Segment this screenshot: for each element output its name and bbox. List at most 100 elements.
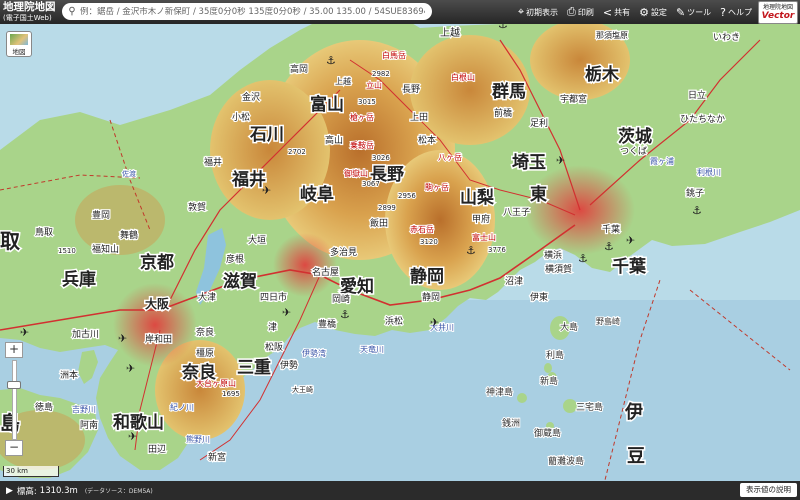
chevron-right-icon[interactable]: ▶ bbox=[6, 486, 13, 496]
port-icon: ⚓ bbox=[466, 244, 476, 257]
elevation-label: 標高: bbox=[16, 486, 37, 497]
print-label: 印刷 bbox=[577, 7, 594, 17]
app-title: 地理院地図 bbox=[3, 0, 56, 13]
footer-bar: ▶ 標高: 1310.3m (データソース：DEM5A) 表示値の説明 bbox=[0, 481, 800, 500]
help-button[interactable]: ? ヘルプ bbox=[720, 6, 752, 19]
city-label: 沼津 bbox=[505, 276, 523, 287]
zoom-slider-track[interactable] bbox=[12, 360, 17, 440]
city-label: 金沢 bbox=[242, 91, 260, 103]
search-icon[interactable]: ⚲ bbox=[64, 6, 80, 17]
city-label: 洲本 bbox=[60, 369, 78, 381]
elevation-label: 2702 bbox=[288, 148, 306, 156]
city-label: 松本 bbox=[418, 134, 436, 146]
initial-view-button[interactable]: ⌖ 初期表示 bbox=[518, 5, 558, 19]
elevation-label: 3026 bbox=[372, 154, 390, 162]
map-canvas[interactable]: 取 島 兵庫 京都 福井 石川 富山 岐阜 長野 群馬 栃木 茨城 埼玉 東 千… bbox=[0, 0, 800, 500]
city-label: 徳島 bbox=[35, 401, 53, 413]
pref-label: 大阪 bbox=[145, 296, 170, 311]
city-label: 敦賀 bbox=[188, 201, 206, 213]
city-label: 千葉 bbox=[602, 223, 620, 235]
city-label: 前橋 bbox=[494, 107, 512, 119]
app-subtitle: (電子国土Web) bbox=[3, 13, 52, 22]
city-label: 大垣 bbox=[248, 234, 266, 246]
city-label: 奈良 bbox=[196, 326, 214, 338]
share-label: 共有 bbox=[614, 7, 631, 17]
city-label: 四日市 bbox=[260, 291, 287, 303]
water-label: 熊野川 bbox=[186, 434, 210, 444]
layer-select-button[interactable]: 地図 bbox=[6, 31, 32, 57]
water-label: 大王崎 bbox=[292, 385, 313, 394]
settings-button[interactable]: ⚙ 設定 bbox=[639, 6, 667, 19]
port-icon: ⚓ bbox=[604, 240, 614, 253]
pref-label: 岐阜 bbox=[300, 184, 334, 205]
city-label: 日立 bbox=[688, 89, 706, 101]
island-label: 神津島 bbox=[486, 386, 513, 398]
pref-label: 栃木 bbox=[585, 64, 620, 85]
city-label: 小松 bbox=[232, 111, 250, 123]
share-button[interactable]: < 共有 bbox=[603, 6, 630, 19]
pref-label: 和歌山 bbox=[113, 412, 164, 433]
header-bar: 地理院地図 (電子国土Web) ⚲ ⌖ 初期表示 ⎙ 印刷 < 共有 ⚙ 設定 … bbox=[0, 0, 800, 24]
city-label: 横須賀 bbox=[545, 263, 572, 275]
city-label: 静岡 bbox=[422, 291, 440, 303]
island-label: 新島 bbox=[540, 375, 558, 387]
city-label: 多治見 bbox=[330, 246, 357, 258]
city-label: 銚子 bbox=[686, 187, 704, 199]
print-button[interactable]: ⎙ 印刷 bbox=[567, 5, 594, 19]
water-label: 利根川 bbox=[697, 167, 721, 177]
zoom-slider-handle[interactable] bbox=[7, 380, 21, 389]
city-label: いわき bbox=[713, 32, 740, 43]
pref-label: 石川 bbox=[249, 125, 284, 145]
city-label: 田辺 bbox=[148, 444, 166, 455]
pref-label: 山梨 bbox=[460, 187, 495, 208]
scale-bar: 30 km bbox=[3, 466, 59, 477]
island-label: 藺灘波島 bbox=[548, 455, 584, 467]
port-icon: ⚓ bbox=[578, 252, 588, 265]
pref-label: 東 bbox=[530, 184, 547, 205]
city-label: 豊橋 bbox=[318, 318, 336, 330]
tools-button[interactable]: ✎ ツール bbox=[676, 6, 711, 19]
airport-icon: ✈ bbox=[282, 306, 291, 319]
peak-label: 立山 bbox=[366, 80, 382, 90]
city-label: 津 bbox=[268, 322, 277, 333]
vector-badge-bottom: Vector bbox=[761, 10, 795, 21]
water-label: 霞ヶ浦 bbox=[650, 156, 674, 166]
layer-label: 地図 bbox=[12, 48, 26, 56]
vector-map-button[interactable]: 地理院地図 Vector bbox=[758, 0, 798, 24]
city-label: 上越 bbox=[440, 26, 460, 39]
city-label: 宇都宮 bbox=[560, 93, 587, 105]
city-label: 新宮 bbox=[208, 451, 226, 463]
island-label: 野島崎 bbox=[596, 316, 620, 326]
pref-label: 群馬 bbox=[492, 81, 526, 102]
explain-values-button[interactable]: 表示値の説明 bbox=[740, 483, 797, 497]
app-logo[interactable]: 地理院地図 (電子国土Web) bbox=[0, 0, 67, 23]
peak-label: 御嶽山 bbox=[344, 168, 368, 178]
city-label: 岡崎 bbox=[332, 293, 350, 305]
share-icon: < bbox=[602, 5, 613, 19]
port-icon: ⚓ bbox=[692, 204, 702, 217]
toolbar: ⌖ 初期表示 ⎙ 印刷 < 共有 ⚙ 設定 ✎ ツール ? ヘルプ 地理院地図 … bbox=[509, 0, 798, 24]
city-label: 高山 bbox=[325, 134, 343, 146]
water-label: 紀ノ川 bbox=[170, 402, 194, 412]
port-icon: ⚓ bbox=[340, 308, 350, 321]
city-label: 大津 bbox=[198, 291, 216, 303]
water-label: 佐渡 bbox=[122, 169, 136, 178]
city-label: 長野 bbox=[402, 84, 420, 95]
help-icon: ? bbox=[720, 5, 726, 19]
pref-label: 富山 bbox=[310, 94, 344, 115]
island-toshima bbox=[544, 363, 552, 373]
pref-label: 千葉 bbox=[612, 256, 647, 277]
city-label: 横浜 bbox=[544, 249, 562, 261]
zoom-in-button[interactable]: + bbox=[5, 342, 23, 358]
search-input[interactable] bbox=[80, 6, 425, 17]
zoom-out-button[interactable]: − bbox=[5, 440, 23, 456]
airport-icon: ✈ bbox=[626, 234, 635, 247]
airport-icon: ✈ bbox=[20, 326, 29, 339]
initial-view-label: 初期表示 bbox=[526, 7, 559, 17]
water-label: 伊勢湾 bbox=[302, 348, 326, 358]
city-label: 甲府 bbox=[472, 213, 490, 225]
elevation-label: 1510 bbox=[58, 247, 76, 255]
city-label: 橿原 bbox=[196, 347, 214, 359]
pref-label: 愛知 bbox=[340, 276, 374, 297]
elevation-label: 2956 bbox=[398, 192, 416, 200]
